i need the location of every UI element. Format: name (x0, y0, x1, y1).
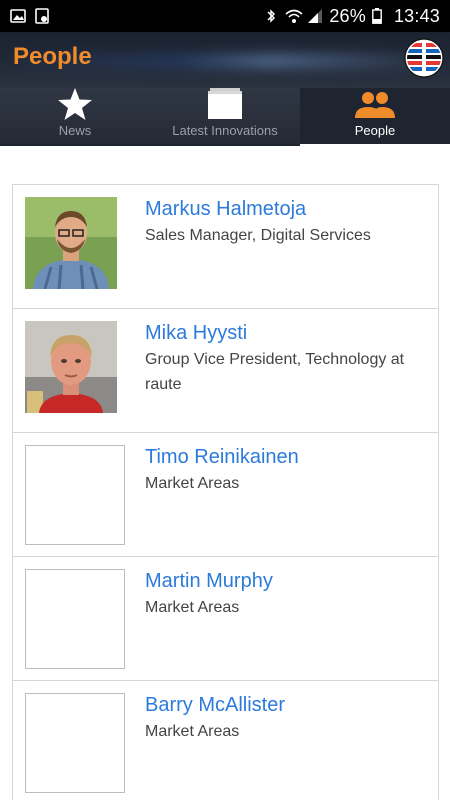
people-icon (355, 88, 395, 121)
screenshot-notification-icon (34, 8, 50, 24)
wifi-icon (285, 8, 303, 24)
tab-latest-innovations[interactable]: Latest Innovations (150, 88, 300, 144)
page-title: People (13, 43, 92, 70)
avatar (25, 197, 117, 289)
battery-icon (372, 8, 388, 24)
battery-percent: 26% (329, 5, 366, 26)
person-role: Market Areas (145, 599, 240, 616)
person-role: Market Areas (145, 475, 240, 492)
brand-logo[interactable] (404, 38, 444, 78)
signal-icon (307, 8, 323, 24)
person-role: Sales Manager, Digital Services (145, 227, 371, 244)
person-role: Group Vice President, Technology at raut… (145, 351, 405, 393)
person-name[interactable]: Mika Hyysti (145, 321, 415, 345)
list-item[interactable]: Barry McAllister Market Areas (13, 681, 438, 800)
star-icon (57, 87, 93, 121)
tab-people[interactable]: People (300, 88, 450, 144)
tab-people-label: People (354, 123, 396, 138)
avatar-placeholder (25, 569, 125, 669)
list-item[interactable]: Martin Murphy Market Areas (13, 557, 438, 681)
list-item[interactable]: Markus Halmetoja Sales Manager, Digital … (13, 185, 438, 309)
tab-latest-innovations-label: Latest Innovations (172, 123, 278, 138)
folder-icon (206, 87, 244, 121)
avatar-placeholder (25, 693, 125, 793)
avatar-placeholder (25, 445, 125, 545)
tab-divider (0, 144, 300, 146)
tab-bar: News Latest Innovations People (0, 88, 450, 144)
person-name[interactable]: Barry McAllister (145, 693, 415, 717)
person-name[interactable]: Martin Murphy (145, 569, 415, 593)
person-role: Market Areas (145, 723, 240, 740)
tab-news[interactable]: News (0, 88, 150, 144)
person-name[interactable]: Markus Halmetoja (145, 197, 415, 221)
person-name[interactable]: Timo Reinikainen (145, 445, 415, 469)
avatar (25, 321, 117, 413)
status-bar: 26% 13:43 (0, 0, 450, 32)
list-item[interactable]: Mika Hyysti Group Vice President, Techno… (13, 309, 438, 433)
app-header: People (0, 32, 450, 88)
list-item[interactable]: Timo Reinikainen Market Areas (13, 433, 438, 557)
bluetooth-icon (263, 8, 279, 24)
gallery-notification-icon (10, 8, 26, 24)
tab-news-label: News (58, 123, 92, 138)
people-list: Markus Halmetoja Sales Manager, Digital … (12, 184, 439, 800)
clock: 13:43 (393, 5, 440, 26)
